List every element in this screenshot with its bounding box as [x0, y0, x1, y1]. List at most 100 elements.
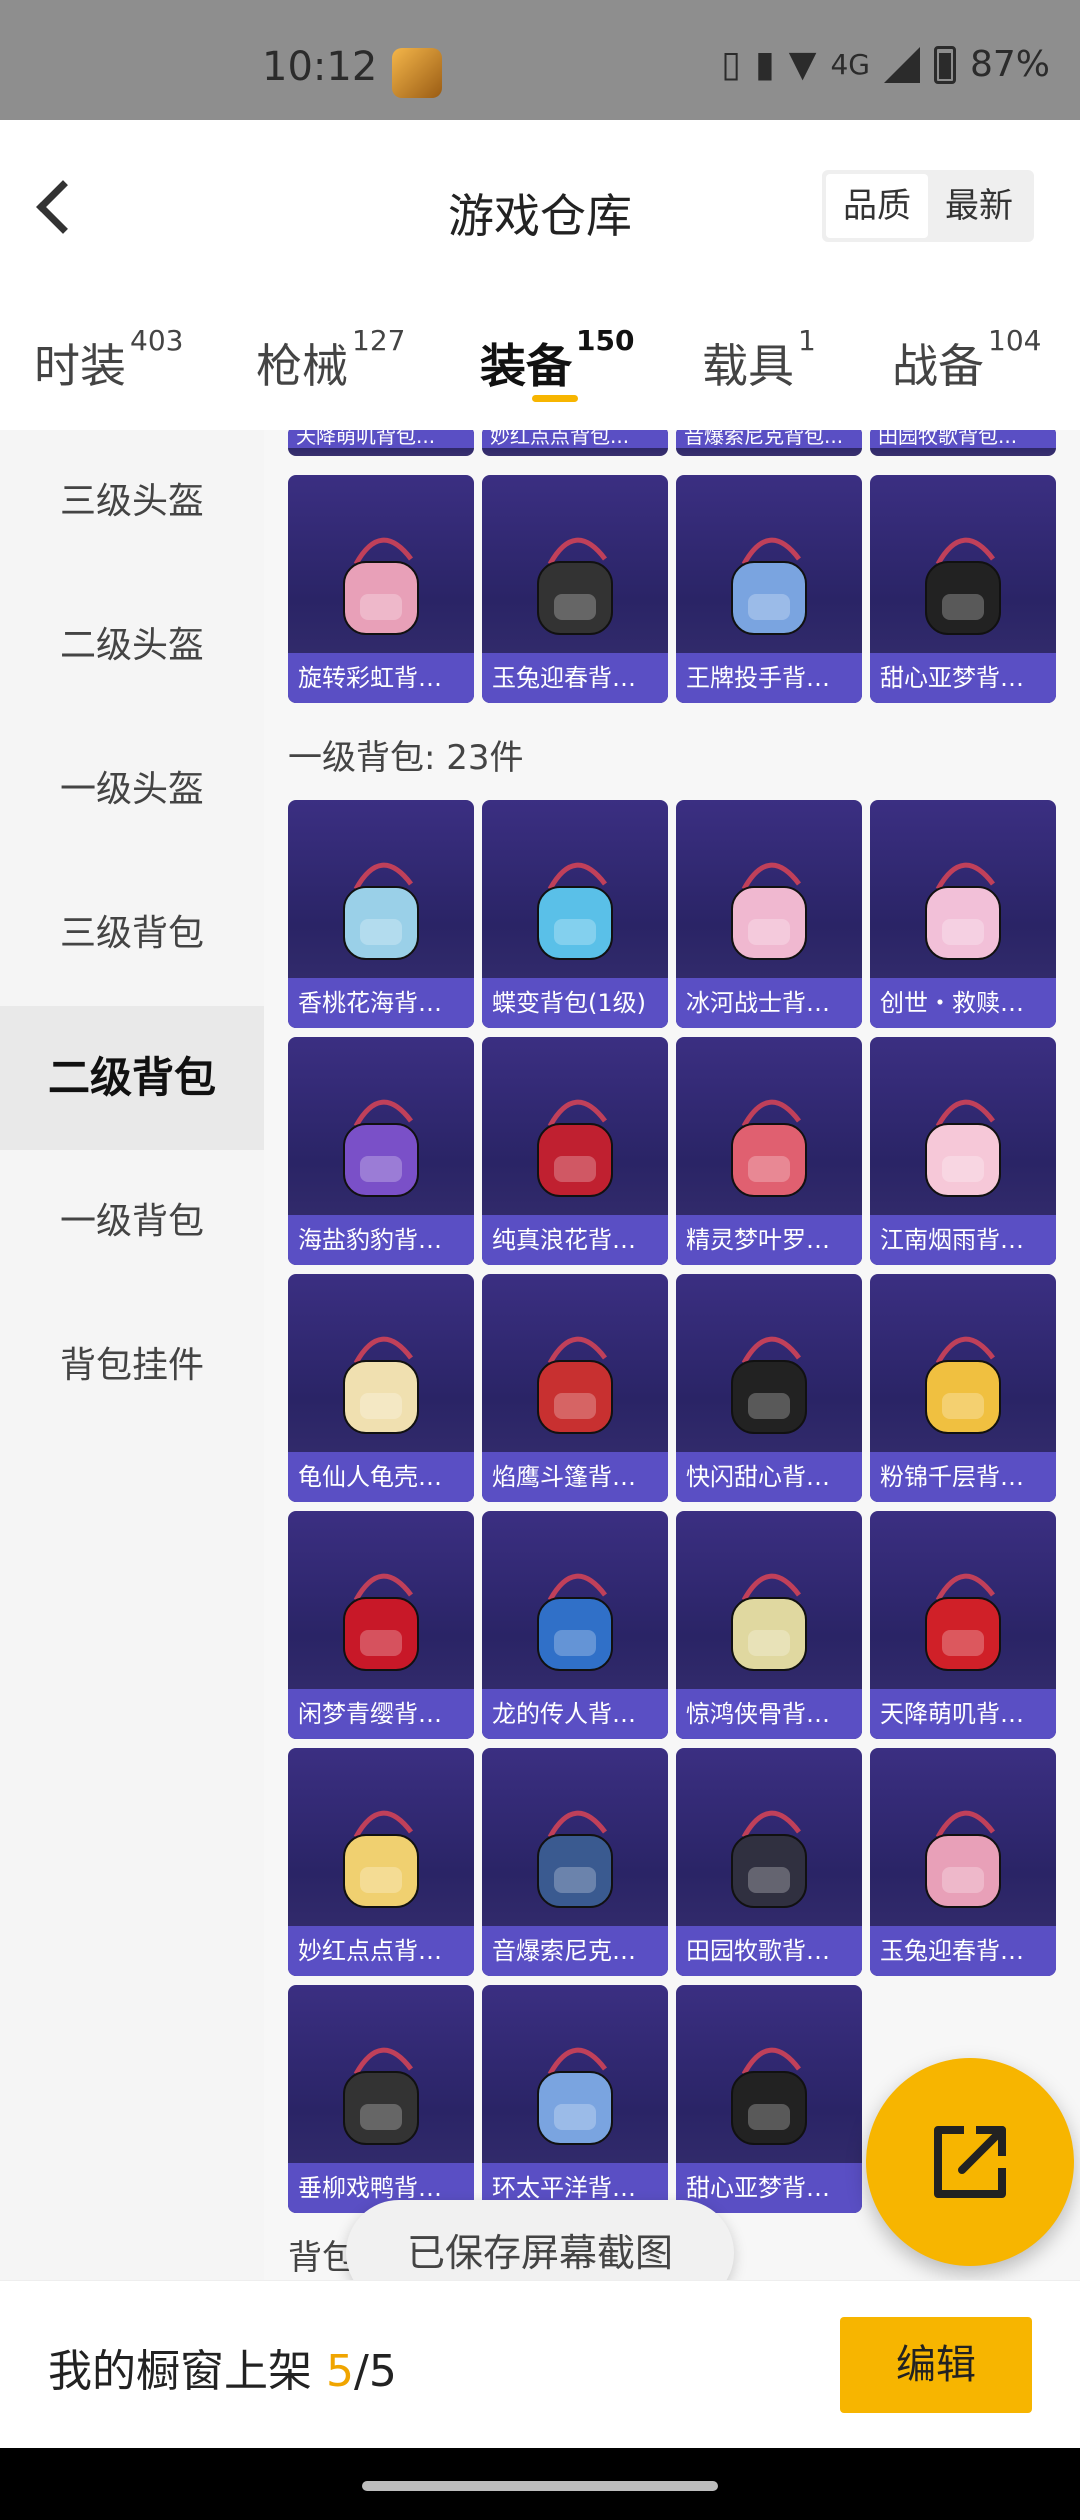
sidebar: 三级头盔 二级头盔 一级头盔 三级背包 二级背包 一级背包 背包挂件	[0, 430, 264, 2280]
item-card[interactable]: 冰河战士背包...	[676, 800, 862, 1028]
edit-button[interactable]: 编辑	[840, 2317, 1032, 2413]
item-card[interactable]: 江南烟雨背包...	[870, 1037, 1056, 1265]
item-name: 纯真浪花背包...	[482, 1215, 668, 1265]
battery-icon	[933, 45, 956, 84]
item-card[interactable]: 甜心亚梦背包...	[870, 475, 1056, 703]
item-name: 创世・救赎背...	[870, 978, 1056, 1028]
item-card[interactable]: 田园牧歌背包...	[676, 1748, 862, 1976]
item-card[interactable]: 田园牧歌背包...	[870, 430, 1056, 456]
item-card[interactable]: 龟仙人龟壳背...	[288, 1274, 474, 1502]
tab-label: 枪械	[256, 339, 348, 393]
item-card[interactable]: 玉兔迎春背包...	[870, 1748, 1056, 1976]
partial-top-grid: 天降萌叽背包... 妙红点点背包... 音爆索尼克背包... 田园牧歌背包...	[288, 430, 1056, 456]
item-card[interactable]: 玉兔迎春背包...	[482, 475, 668, 703]
item-card[interactable]: 蝶变背包(1级)	[482, 800, 668, 1028]
category-tabs: 时装 403 枪械 127 装备 150 载具 1 战备 104	[0, 290, 1080, 430]
tab-fashion[interactable]: 时装 403	[34, 324, 183, 396]
backpack-image	[908, 524, 1018, 644]
backpack-image	[520, 849, 630, 969]
tab-equipment[interactable]: 装备 150	[480, 324, 634, 396]
backpack-image	[908, 1086, 1018, 1206]
network-type: 4G	[830, 48, 870, 81]
item-card[interactable]: 天降萌叽背包...	[870, 1511, 1056, 1739]
tab-vehicles[interactable]: 载具 1	[702, 324, 816, 396]
item-card[interactable]: 王牌投手背包...	[676, 475, 862, 703]
backpack-image	[908, 1323, 1018, 1443]
item-card[interactable]: 天降萌叽背包...	[288, 430, 474, 456]
item-card[interactable]: 龙的传人背包...	[482, 1511, 668, 1739]
item-card[interactable]: 妙红点点背包...	[482, 430, 668, 456]
backpack-image	[326, 849, 436, 969]
backpack-image	[326, 1086, 436, 1206]
tab-supplies[interactable]: 战备 104	[892, 324, 1041, 396]
item-card[interactable]: 精灵梦叶罗丽...	[676, 1037, 862, 1265]
tab-count: 127	[352, 324, 406, 357]
status-bar: 10:12 ▯ ▮ ▼ 4G 87%	[0, 0, 1080, 120]
item-name: 王牌投手背包...	[676, 653, 862, 703]
backpack-image	[908, 1560, 1018, 1680]
item-name: 闲梦青缨背包...	[288, 1689, 474, 1739]
sidebar-item-backpack-charms[interactable]: 背包挂件	[0, 1294, 264, 1438]
backpack-image	[326, 1323, 436, 1443]
item-name: 妙红点点背包...	[288, 1926, 474, 1976]
backpack-image	[714, 849, 824, 969]
item-card[interactable]: 粉锦千层背包...	[870, 1274, 1056, 1502]
sort-quality-button[interactable]: 品质	[826, 174, 928, 238]
item-card[interactable]: 香桃花海背包...	[288, 800, 474, 1028]
item-card[interactable]: 海盐豹豹背包...	[288, 1037, 474, 1265]
sidebar-item-backpack-3[interactable]: 三级背包	[0, 862, 264, 1006]
vibrate-icon: ▯	[721, 44, 741, 85]
backpack-image	[908, 1797, 1018, 1917]
item-name: 江南烟雨背包...	[870, 1215, 1056, 1265]
backpack-image	[520, 524, 630, 644]
item-card[interactable]: 纯真浪花背包...	[482, 1037, 668, 1265]
item-name: 惊鸿侠骨背包...	[676, 1689, 862, 1739]
tab-count: 150	[576, 324, 635, 357]
item-card[interactable]: 焰鹰斗篷背包...	[482, 1274, 668, 1502]
game-app-icon	[392, 48, 442, 98]
item-name: 音爆索尼克背包...	[676, 430, 862, 448]
tab-label: 装备	[480, 339, 572, 393]
item-card[interactable]: 音爆索尼克背...	[482, 1748, 668, 1976]
item-name: 田园牧歌背包...	[870, 430, 1056, 448]
tab-guns[interactable]: 枪械 127	[256, 324, 405, 396]
item-card[interactable]: 环太平洋背包...	[482, 1985, 668, 2213]
sidebar-item-backpack-2[interactable]: 二级背包	[0, 1006, 264, 1150]
item-card[interactable]: 音爆索尼克背包...	[676, 430, 862, 456]
item-name: 天降萌叽背包...	[288, 430, 474, 448]
item-name: 甜心亚梦背包...	[870, 653, 1056, 703]
item-name: 快闪甜心背包...	[676, 1452, 862, 1502]
backpack-image	[520, 1797, 630, 1917]
backpack-1-grid: 香桃花海背包... 蝶变背包(1级) 冰河战士背包... 创世・救赎背... 海盐豹豹背…	[288, 800, 1056, 2213]
item-card[interactable]: 闲梦青缨背包...	[288, 1511, 474, 1739]
status-time: 10:12	[262, 44, 378, 90]
sidebar-item-helmet-1[interactable]: 一级头盔	[0, 718, 264, 862]
sidebar-item-helmet-3[interactable]: 三级头盔	[0, 430, 264, 574]
backpack-image	[714, 524, 824, 644]
item-name: 田园牧歌背包...	[676, 1926, 862, 1976]
tab-label: 载具	[702, 339, 794, 393]
backpack-image	[520, 1323, 630, 1443]
signal-icon	[883, 46, 920, 83]
item-card[interactable]: 旋转彩虹背包...	[288, 475, 474, 703]
item-card[interactable]: 惊鸿侠骨背包...	[676, 1511, 862, 1739]
share-button[interactable]	[866, 2058, 1074, 2266]
showcase-label-text: 我的橱窗上架	[48, 2346, 326, 2397]
item-card[interactable]: 妙红点点背包...	[288, 1748, 474, 1976]
backpack-image	[326, 1560, 436, 1680]
showcase-bar: 我的橱窗上架 5/5 编辑	[0, 2280, 1080, 2448]
item-card[interactable]: 创世・救赎背...	[870, 800, 1056, 1028]
home-gesture-handle[interactable]	[362, 2481, 718, 2491]
sort-newest-button[interactable]: 最新	[928, 174, 1030, 238]
item-name: 蝶变背包(1级)	[482, 978, 668, 1028]
backpack-image	[326, 1797, 436, 1917]
item-card[interactable]: 快闪甜心背包...	[676, 1274, 862, 1502]
item-card[interactable]: 甜心亚梦背包...	[676, 1985, 862, 2213]
backpack-image	[714, 1797, 824, 1917]
system-nav-bar	[0, 2448, 1080, 2520]
backpack-image	[520, 1560, 630, 1680]
showcase-count: 我的橱窗上架 5/5	[48, 2335, 397, 2399]
sidebar-item-backpack-1[interactable]: 一级背包	[0, 1150, 264, 1294]
sidebar-item-helmet-2[interactable]: 二级头盔	[0, 574, 264, 718]
item-card[interactable]: 垂柳戏鸭背包...	[288, 1985, 474, 2213]
